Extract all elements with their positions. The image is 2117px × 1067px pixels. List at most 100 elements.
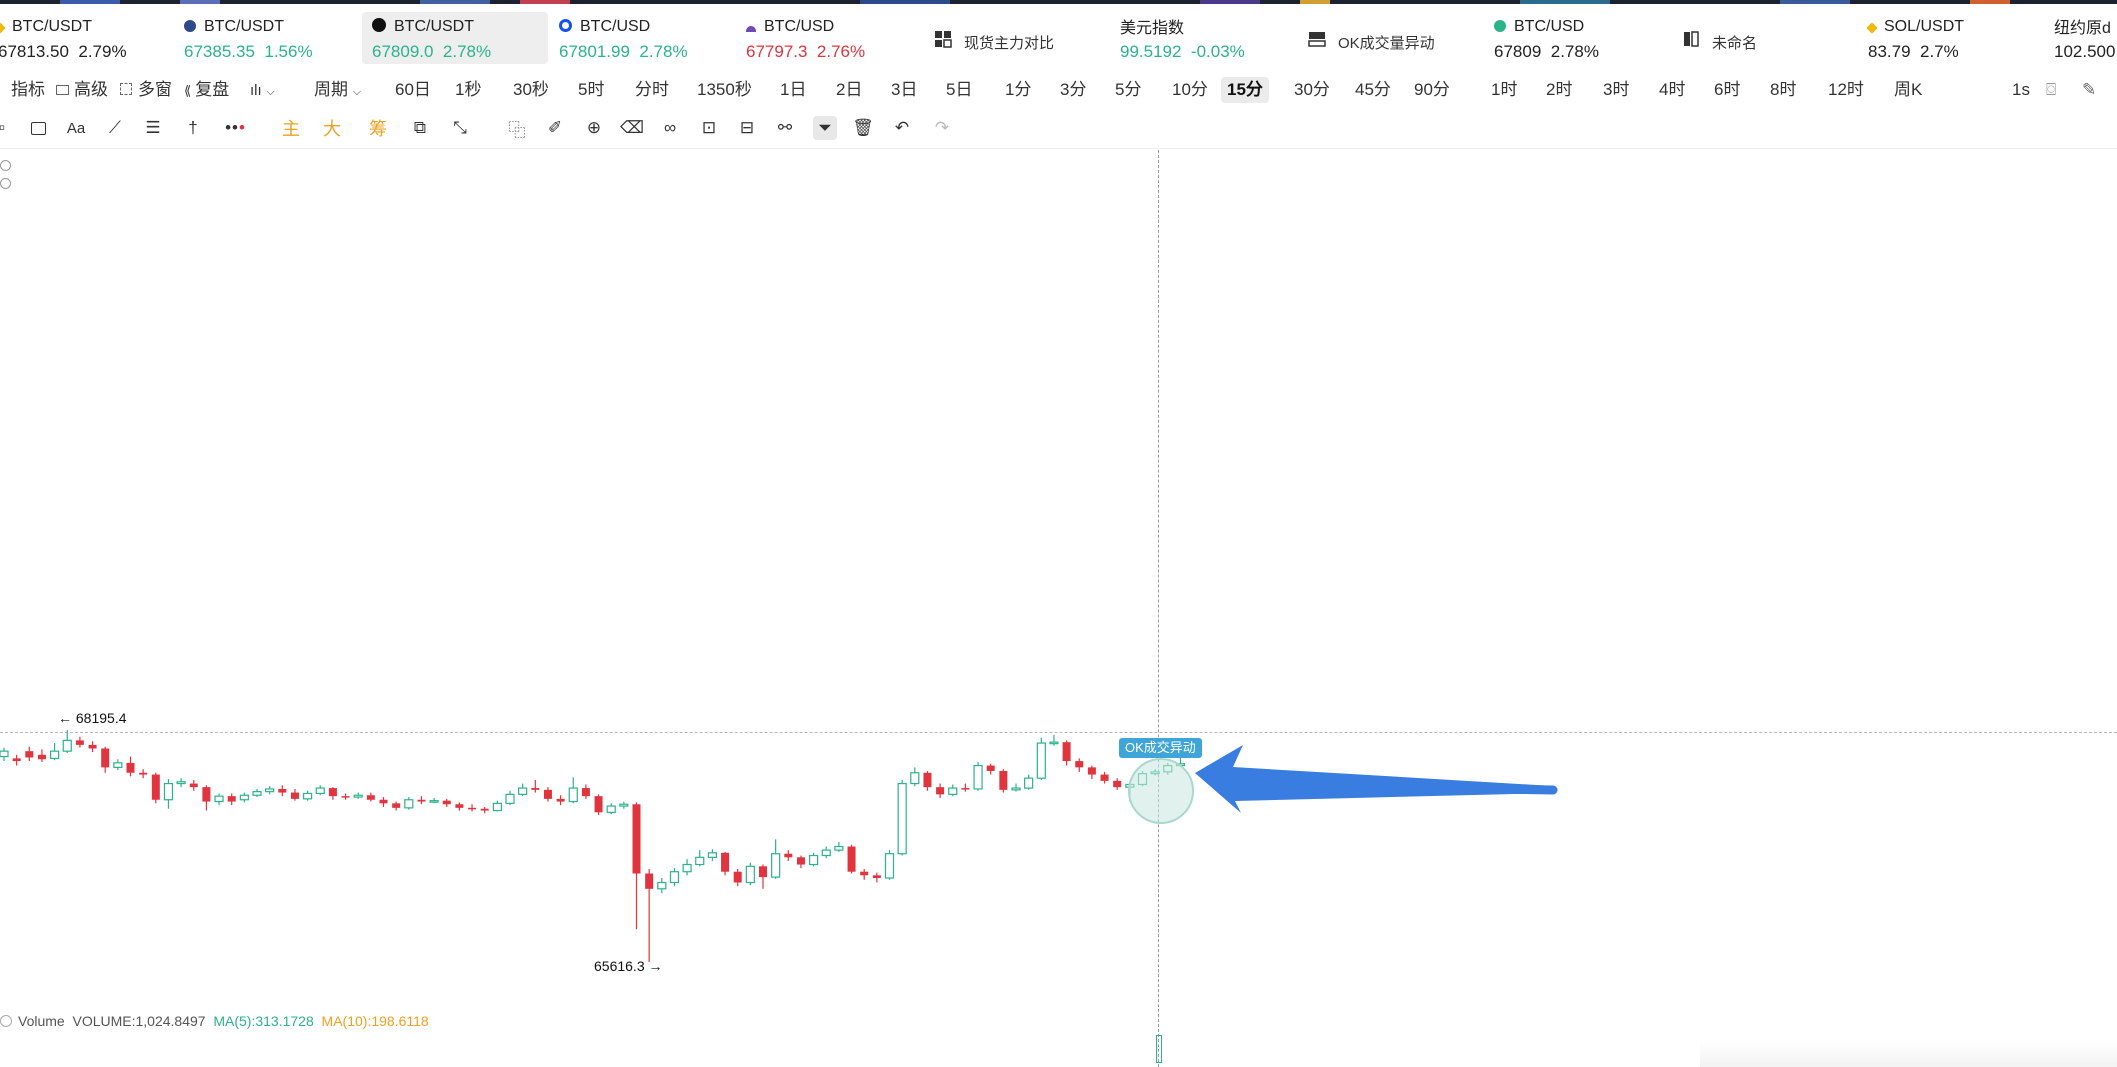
module-label: 现货主力对比 <box>964 35 1055 52</box>
ticker-bitmex-btcusd[interactable]: BTC/USD 67809 2.78% <box>1494 12 1644 62</box>
candle <box>986 763 995 775</box>
multi-window-button[interactable]: 多窗 <box>120 77 172 103</box>
vertical-line-icon[interactable]: † <box>181 116 205 140</box>
annotation-arrow-icon <box>1195 745 1558 813</box>
redo-icon[interactable]: ↷ <box>930 116 954 140</box>
period-10-button[interactable]: 1分 <box>999 77 1037 103</box>
period-2-button[interactable]: 30秒 <box>507 77 555 103</box>
pencil-icon[interactable]: ✎ <box>2082 77 2096 103</box>
module-ok-volume-alert[interactable]: OK成交量异动 <box>1308 12 1458 62</box>
candle <box>252 788 262 798</box>
candle <box>834 842 844 852</box>
ticker-change: 2.78% <box>639 42 688 61</box>
replay-button[interactable]: ⟪ 复盘 <box>184 77 229 103</box>
period-4-button[interactable]: 分时 <box>629 77 675 103</box>
ticker-price: 67813.50 <box>0 42 69 61</box>
eye-icon[interactable] <box>0 1015 12 1027</box>
period-15-button[interactable]: 30分 <box>1288 77 1336 103</box>
period-18-button[interactable]: 1时 <box>1485 77 1523 103</box>
period-16-button[interactable]: 45分 <box>1349 77 1397 103</box>
lock-icon[interactable]: ⊡ <box>697 116 721 140</box>
ticker-pair: 美元指数 <box>1120 20 1185 37</box>
candle <box>1036 737 1046 780</box>
replay-label: 复盘 <box>195 80 230 99</box>
ticker-usd-index[interactable]: 美元指数 99.5192 -0.03% <box>1120 12 1270 62</box>
cursor-tool-icon[interactable]: ▫ <box>0 116 14 140</box>
ticker-coinbase-btcusd[interactable]: BTC/USD 67801.99 2.78% <box>559 12 719 62</box>
more-tools-icon[interactable]: •• • <box>220 116 250 140</box>
big-order-button[interactable]: 大 <box>320 116 344 140</box>
ruler-icon[interactable]: ✐ <box>543 116 567 140</box>
module-untitled[interactable]: 未命名 <box>1682 12 1812 62</box>
candle <box>492 800 502 812</box>
period-7-button[interactable]: 2日 <box>830 77 868 103</box>
eraser-icon[interactable]: ⌫ <box>620 116 644 140</box>
period-17-button[interactable]: 90分 <box>1408 77 1456 103</box>
copy-tool-icon[interactable]: ⿻ <box>505 116 529 140</box>
candle <box>733 869 742 887</box>
line-tool-icon[interactable]: ⟋ <box>103 116 127 140</box>
ticker-binance-btcusdt[interactable]: BTC/USDT 67813.50 2.79% <box>0 12 150 62</box>
undo-icon[interactable]: ↶ <box>890 116 914 140</box>
measure-tool-icon[interactable]: ⤡ <box>448 116 472 140</box>
price-chart[interactable]: ← 68195.4 65616.3 → OK成交异动 <box>0 150 2117 1067</box>
candle <box>707 849 718 861</box>
period-19-button[interactable]: 2时 <box>1540 77 1578 103</box>
candle <box>101 746 110 773</box>
ok-volume-alert-tag[interactable]: OK成交异动 <box>1119 738 1202 758</box>
period-6-button[interactable]: 1日 <box>774 77 812 103</box>
period-20-button[interactable]: 3时 <box>1597 77 1635 103</box>
ticker-kraken-btcusd[interactable]: BTC/USD 67797.3 2.76% <box>746 12 896 62</box>
period-12-button[interactable]: 5分 <box>1109 77 1147 103</box>
period-25-button[interactable]: 周K <box>1888 77 1928 103</box>
rectangle-tool-icon[interactable] <box>26 116 50 140</box>
period-14-button[interactable]: 15分 <box>1221 77 1269 103</box>
filter-icon[interactable]: ⏷ <box>813 116 837 140</box>
period-13-button[interactable]: 10分 <box>1166 77 1214 103</box>
period-22-button[interactable]: 6时 <box>1708 77 1746 103</box>
main-force-button[interactable]: 主 <box>279 116 303 140</box>
link-icon[interactable]: ⚯ <box>773 116 797 140</box>
magnet-icon[interactable]: ∞ <box>658 116 682 140</box>
period-8-button[interactable]: 3日 <box>885 77 923 103</box>
indicator-button[interactable]: 指标 <box>0 77 45 103</box>
advanced-label: 高级 <box>74 80 108 99</box>
ticker-okx-btcusdt[interactable]: BTC/USDT 67809.0 2.78% <box>362 12 548 64</box>
advanced-button[interactable]: 高级 <box>56 77 108 103</box>
period-9-button[interactable]: 5日 <box>940 77 978 103</box>
chips-button[interactable]: 筹 <box>366 116 390 140</box>
camera-icon[interactable]: ⌼ <box>2046 77 2056 103</box>
period-5-button[interactable]: 1350秒 <box>691 77 758 103</box>
parallel-lines-icon[interactable]: ☰ <box>141 116 165 140</box>
candle <box>771 839 781 879</box>
text-tool[interactable]: Aa <box>64 116 88 140</box>
period-3-button[interactable]: 5时 <box>572 77 610 103</box>
ticker-binance-solusdt[interactable]: SOL/USDT 83.79 2.7% <box>1866 12 2018 62</box>
period-11-button[interactable]: 3分 <box>1054 77 1092 103</box>
ticker-pair: BTC/USD <box>764 18 835 35</box>
candle <box>163 779 174 809</box>
ticker-huobi-btcusdt[interactable]: BTC/USDT 67385.35 1.56% <box>184 12 344 62</box>
period-21-button[interactable]: 4时 <box>1653 77 1691 103</box>
period-0-button[interactable]: 60日 <box>389 77 437 103</box>
candle <box>290 788 299 801</box>
period-dropdown[interactable]: 周期 ⌵ <box>314 77 361 103</box>
compare-icon[interactable]: ⧉ <box>408 116 432 140</box>
candle <box>1062 740 1071 766</box>
period-24-button[interactable]: 12时 <box>1822 77 1870 103</box>
zoom-in-icon[interactable]: ⊕ <box>582 116 606 140</box>
period-23-button[interactable]: 8时 <box>1764 77 1802 103</box>
period-1-button[interactable]: 1秒 <box>449 77 487 103</box>
module-spot-main-compare[interactable]: 现货主力对比 <box>934 12 1084 62</box>
trash-icon[interactable]: 🗑 <box>851 116 875 140</box>
chart-type-button[interactable]: ılı ⌵ <box>250 77 275 103</box>
interval-1s-button[interactable]: 1s <box>2012 77 2030 103</box>
visibility-icon[interactable]: ⊟ <box>735 116 759 140</box>
candle <box>303 790 313 801</box>
split-icon <box>1684 31 1699 47</box>
candle <box>606 803 616 815</box>
kraken-icon <box>746 26 756 32</box>
ticker-change: 2.78% <box>1550 42 1599 61</box>
candle <box>556 795 565 806</box>
ticker-ny-crude[interactable]: 纽约原d 102.500 <box>2054 12 2117 62</box>
